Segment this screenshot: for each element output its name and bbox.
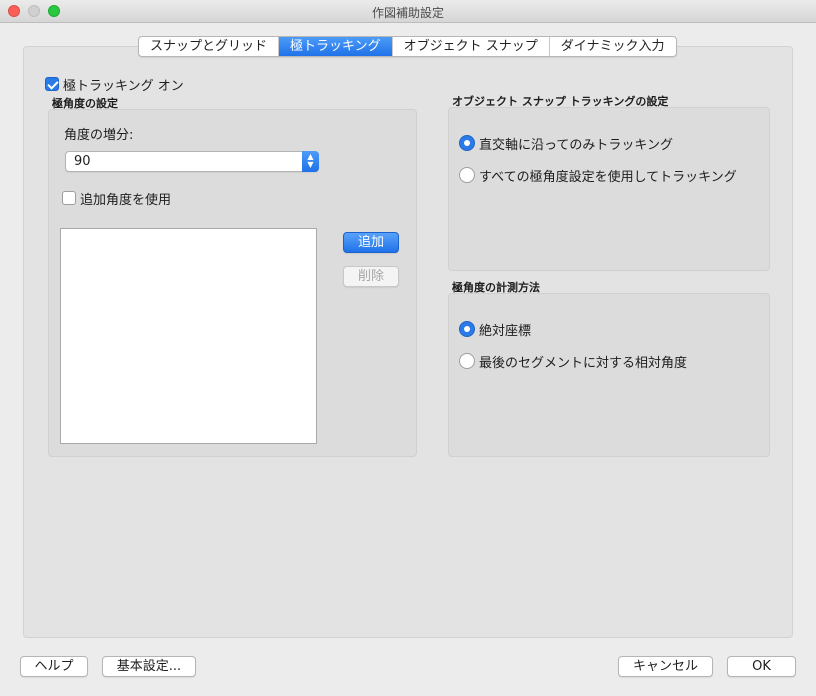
additional-angles-label: 追加角度を使用 [80, 193, 172, 208]
polar-tracking-checkbox[interactable] [45, 77, 59, 91]
ok-button[interactable]: OK [727, 656, 796, 677]
relative-last-segment-radio[interactable] [459, 353, 475, 369]
additional-angles-checkbox[interactable] [62, 191, 76, 205]
additional-angles-list[interactable] [60, 228, 317, 444]
osnap-tracking-group [448, 107, 770, 271]
tab-object-snap[interactable]: オブジェクト スナップ [393, 37, 550, 56]
all-polar-tracking-label: すべての極角度設定を使用してトラッキング [479, 170, 737, 185]
increment-angle-value: 90 [74, 154, 91, 169]
orthogonal-tracking-label: 直交軸に沿ってのみトラッキング [479, 138, 673, 153]
absolute-label: 絶対座標 [479, 324, 532, 339]
tab-bar: スナップとグリッド 極トラッキング オブジェクト スナップ ダイナミック入力 [138, 36, 677, 57]
increment-angle-label: 角度の増分: [64, 128, 134, 143]
tab-snap-grid[interactable]: スナップとグリッド [139, 37, 280, 56]
polar-tracking-label: 極トラッキング オン [63, 79, 184, 94]
angle-measurement-group [448, 293, 770, 457]
add-button[interactable]: 追加 [343, 232, 399, 253]
absolute-radio[interactable] [459, 321, 475, 337]
cancel-button[interactable]: キャンセル [618, 656, 713, 677]
window-title: 作図補助設定 [371, 6, 444, 20]
increment-angle-select[interactable]: 90 ▲ ▼ [65, 151, 319, 172]
tab-dynamic-input[interactable]: ダイナミック入力 [550, 37, 676, 56]
stepper-arrows-icon[interactable]: ▲ ▼ [302, 151, 319, 172]
delete-button[interactable]: 削除 [343, 266, 399, 287]
preferences-button[interactable]: 基本設定... [102, 656, 196, 677]
tab-polar-tracking[interactable]: 極トラッキング [279, 37, 393, 56]
all-polar-tracking-radio[interactable] [459, 167, 475, 183]
orthogonal-tracking-radio[interactable] [459, 135, 475, 151]
help-button[interactable]: ヘルプ [20, 656, 88, 677]
title-bar: 作図補助設定 [0, 0, 816, 23]
relative-last-segment-label: 最後のセグメントに対する相対角度 [479, 356, 688, 371]
